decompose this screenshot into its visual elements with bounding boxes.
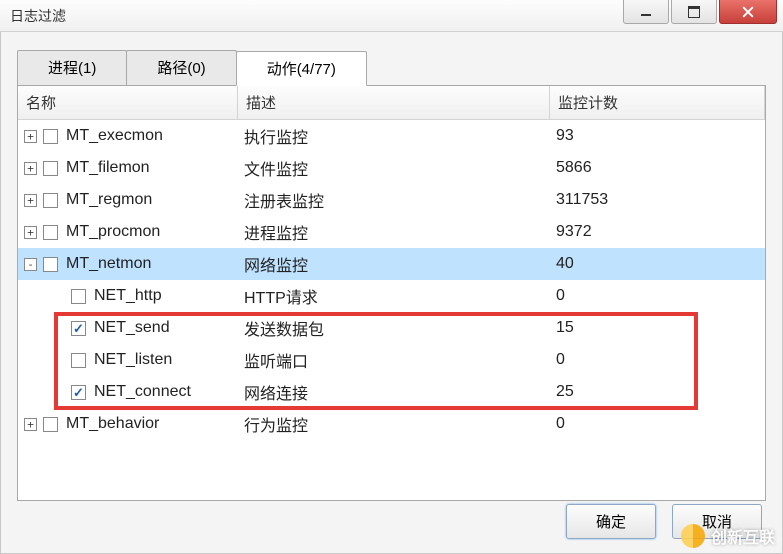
cell-desc: 网络连接 — [238, 380, 550, 404]
tree-row[interactable]: - MT_netmon 网络监控40 — [18, 248, 765, 280]
cell-count: 0 — [550, 351, 765, 369]
col-header-desc[interactable]: 描述 — [238, 86, 550, 119]
checkbox[interactable] — [43, 129, 58, 144]
cell-name: + MT_procmon — [18, 223, 238, 241]
expand-icon[interactable]: + — [24, 418, 37, 431]
cell-name: + MT_behavior — [18, 415, 238, 433]
checkbox[interactable] — [71, 385, 86, 400]
row-name: MT_execmon — [66, 127, 163, 145]
tree-row[interactable]: + MT_behavior 行为监控0 — [18, 408, 765, 440]
checkbox[interactable] — [43, 225, 58, 240]
cell-count: 0 — [550, 287, 765, 305]
cell-name: NET_connect — [18, 383, 238, 401]
cell-name: + MT_filemon — [18, 159, 238, 177]
checkbox[interactable] — [71, 321, 86, 336]
cell-desc: 行为监控 — [238, 412, 550, 436]
tab-strip: 进程(1) 路径(0) 动作(4/77) — [17, 50, 766, 85]
cell-count: 5866 — [550, 159, 765, 177]
window-title: 日志过滤 — [10, 6, 66, 26]
tree-panel: 名称 描述 监控计数 + MT_execmon 执行监控93 + MT_filemon 文… — [17, 85, 766, 501]
cell-name: NET_listen — [18, 351, 238, 369]
row-name: MT_filemon — [66, 159, 150, 177]
cell-desc: HTTP请求 — [238, 284, 550, 308]
cell-name: - MT_netmon — [18, 255, 238, 273]
expand-icon[interactable]: + — [24, 226, 37, 239]
maximize-button[interactable] — [671, 0, 717, 24]
minimize-button[interactable] — [623, 0, 669, 24]
expand-icon[interactable]: + — [24, 162, 37, 175]
close-button[interactable] — [719, 0, 777, 24]
row-name: MT_netmon — [66, 255, 151, 273]
tab-path[interactable]: 路径(0) — [126, 50, 236, 85]
collapse-icon[interactable]: - — [24, 258, 37, 271]
checkbox[interactable] — [43, 193, 58, 208]
tree-row[interactable]: NET_connect 网络连接25 — [18, 376, 765, 408]
row-name: NET_send — [94, 319, 170, 337]
cancel-button[interactable]: 取消 — [672, 504, 762, 539]
cell-desc: 进程监控 — [238, 220, 550, 244]
cell-count: 93 — [550, 127, 765, 145]
col-header-count[interactable]: 监控计数 — [550, 86, 765, 119]
checkbox[interactable] — [71, 289, 86, 304]
tree-row[interactable]: NET_http HTTP请求0 — [18, 280, 765, 312]
expand-icon[interactable]: + — [24, 130, 37, 143]
checkbox[interactable] — [43, 257, 58, 272]
window-controls — [623, 0, 783, 31]
row-name: NET_http — [94, 287, 162, 305]
cell-name: NET_http — [18, 287, 238, 305]
row-name: NET_listen — [94, 351, 172, 369]
cell-desc: 监听端口 — [238, 348, 550, 372]
cell-desc: 网络监控 — [238, 252, 550, 276]
tree-row[interactable]: + MT_filemon 文件监控5866 — [18, 152, 765, 184]
tree-row[interactable]: + MT_execmon 执行监控93 — [18, 120, 765, 152]
cell-desc: 文件监控 — [238, 156, 550, 180]
cell-count: 25 — [550, 383, 765, 401]
cell-count: 0 — [550, 415, 765, 433]
cell-name: + MT_regmon — [18, 191, 238, 209]
cell-name: NET_send — [18, 319, 238, 337]
cell-count: 9372 — [550, 223, 765, 241]
tree-row[interactable]: NET_listen 监听端口0 — [18, 344, 765, 376]
row-name: MT_behavior — [66, 415, 159, 433]
row-name: MT_procmon — [66, 223, 160, 241]
dialog-footer: 确定 取消 — [566, 504, 762, 539]
row-name: NET_connect — [94, 383, 191, 401]
tree-row[interactable]: + MT_regmon 注册表监控311753 — [18, 184, 765, 216]
checkbox[interactable] — [43, 417, 58, 432]
cell-count: 40 — [550, 255, 765, 273]
tree-row[interactable]: + MT_procmon 进程监控9372 — [18, 216, 765, 248]
title-bar: 日志过滤 — [0, 0, 783, 32]
tree-header: 名称 描述 监控计数 — [18, 86, 765, 120]
cell-name: + MT_execmon — [18, 127, 238, 145]
tree-row[interactable]: NET_send 发送数据包15 — [18, 312, 765, 344]
expand-icon[interactable]: + — [24, 194, 37, 207]
col-header-name[interactable]: 名称 — [18, 86, 238, 119]
cell-desc: 发送数据包 — [238, 316, 550, 340]
cell-desc: 注册表监控 — [238, 188, 550, 212]
checkbox[interactable] — [43, 161, 58, 176]
tab-process[interactable]: 进程(1) — [17, 50, 127, 85]
cell-count: 15 — [550, 319, 765, 337]
ok-button[interactable]: 确定 — [566, 504, 656, 539]
dialog-body: 进程(1) 路径(0) 动作(4/77) 名称 描述 监控计数 + MT_exec… — [0, 32, 783, 554]
cell-desc: 执行监控 — [238, 124, 550, 148]
row-name: MT_regmon — [66, 191, 152, 209]
checkbox[interactable] — [71, 353, 86, 368]
cell-count: 311753 — [550, 191, 765, 209]
close-icon — [742, 6, 754, 18]
tab-action[interactable]: 动作(4/77) — [236, 51, 367, 86]
tree-rows: + MT_execmon 执行监控93 + MT_filemon 文件监控5866 + MT_… — [18, 120, 765, 440]
